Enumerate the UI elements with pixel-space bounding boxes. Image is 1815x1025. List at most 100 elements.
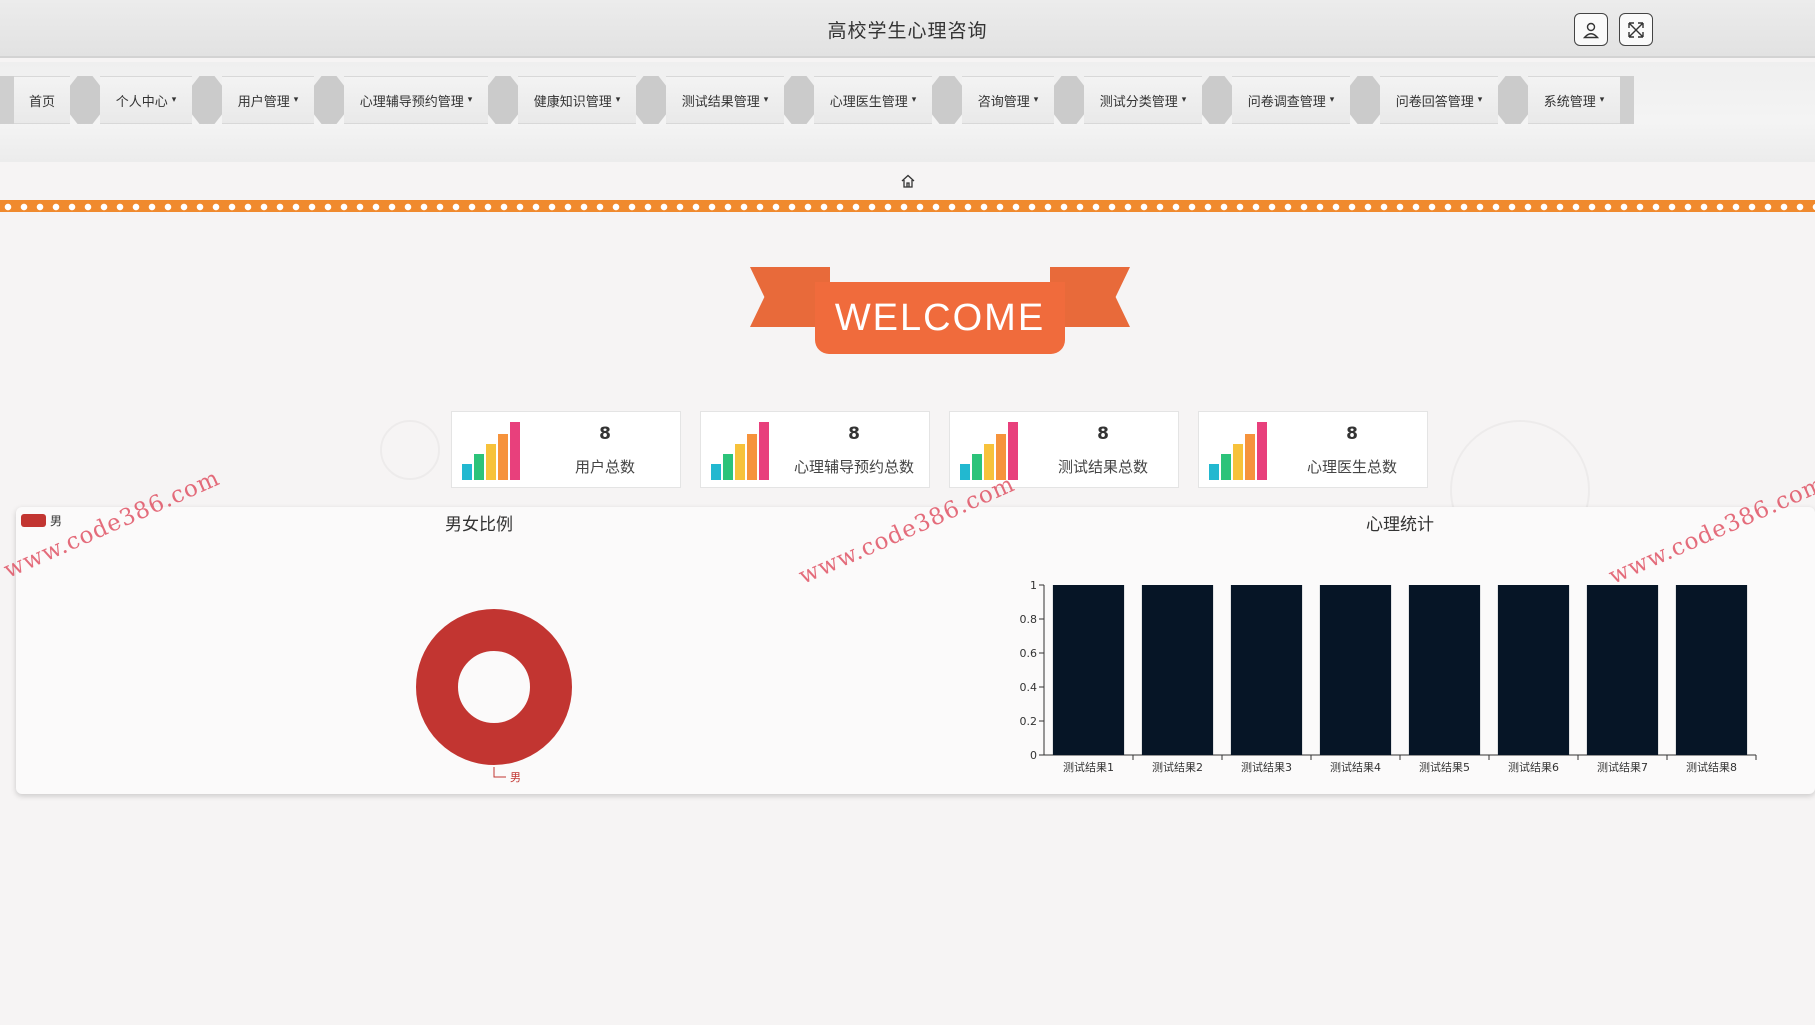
bar-chart-title: 心理统计 (1366, 515, 1434, 535)
menu-item-label: 用户管理 (237, 94, 290, 110)
welcome-text: WELCOME (815, 282, 1065, 354)
menu-item-label: 心理医生管理 (829, 94, 908, 110)
bar[interactable] (1319, 585, 1392, 755)
bar[interactable] (1141, 585, 1214, 755)
chevron-down-icon: ▾ (763, 95, 769, 105)
chevron-down-icon: ▾ (911, 95, 917, 105)
x-tick-label: 测试结果3 (1241, 761, 1292, 774)
menu-separator (314, 76, 344, 124)
decorative-dotted-divider (0, 200, 1815, 212)
stat-card[interactable]: 8 心理医生总数 (1198, 411, 1428, 488)
pie-slice-label: 男 (510, 771, 521, 784)
bar[interactable] (1675, 585, 1748, 755)
fullscreen-icon (1628, 21, 1644, 38)
bar[interactable] (1497, 585, 1570, 755)
y-tick-label: 0.6 (1020, 647, 1038, 660)
menu-item-8[interactable]: 测试分类管理 ▾ (1084, 76, 1202, 124)
x-tick-label: 测试结果1 (1063, 761, 1114, 774)
fullscreen-button[interactable] (1619, 13, 1653, 46)
menu-separator (1202, 76, 1232, 124)
menu-separator (932, 76, 962, 124)
chevron-down-icon: ▾ (171, 95, 177, 105)
menu-item-1[interactable]: 个人中心 ▾ (100, 76, 192, 124)
title-bar: 高校学生心理咨询 (0, 0, 1815, 58)
stat-card[interactable]: 8 用户总数 (451, 411, 681, 488)
menu-item-label: 心理辅导预约管理 (359, 94, 464, 110)
x-tick-label: 测试结果2 (1152, 761, 1203, 774)
breadcrumb (0, 162, 1815, 200)
menu-item-9[interactable]: 问卷调查管理 ▾ (1232, 76, 1350, 124)
chevron-down-icon: ▾ (1477, 95, 1483, 105)
welcome-banner: WELCOME (745, 262, 1135, 362)
x-tick-label: 测试结果4 (1330, 761, 1381, 774)
menu-item-0[interactable]: 首页 (14, 76, 70, 124)
menu-separator (1620, 76, 1634, 124)
home-icon[interactable] (900, 173, 916, 189)
bar[interactable] (1408, 585, 1481, 755)
menu-separator (1054, 76, 1084, 124)
stat-value: 8 (1346, 424, 1358, 444)
menu-separator (636, 76, 666, 124)
menu-bar: 首页 个人中心 ▾ 用户管理 ▾ 心理辅导预约管理 ▾ 健康知识管理 ▾ 测试结果管理 ▾ 心理医生管… (0, 62, 1815, 162)
menu-item-label: 测试分类管理 (1099, 94, 1178, 110)
y-tick-label: 1 (1030, 579, 1037, 592)
legend-swatch-male[interactable] (21, 514, 46, 527)
pie-label-line (493, 767, 506, 778)
app-title: 高校学生心理咨询 (827, 20, 988, 42)
nav-menu: 首页 个人中心 ▾ 用户管理 ▾ 心理辅导预约管理 ▾ 健康知识管理 ▾ 测试结果管理 ▾ 心理医生管… (0, 76, 1634, 124)
stat-card[interactable]: 8 测试结果总数 (949, 411, 1179, 488)
bar-chart-icon (960, 422, 1018, 480)
menu-item-10[interactable]: 问卷回答管理 ▾ (1380, 76, 1498, 124)
stat-label: 心理医生总数 (1306, 458, 1397, 476)
y-tick-label: 0.8 (1020, 613, 1038, 626)
chevron-down-icon: ▾ (1599, 95, 1605, 105)
menu-separator (192, 76, 222, 124)
stat-label: 用户总数 (574, 458, 635, 476)
bar-chart-icon (1209, 422, 1267, 480)
pie-slice[interactable] (416, 609, 572, 765)
x-tick-label: 测试结果5 (1419, 761, 1470, 774)
menu-item-5[interactable]: 测试结果管理 ▾ (666, 76, 784, 124)
y-tick-label: 0.2 (1020, 715, 1038, 728)
menu-item-label: 健康知识管理 (533, 94, 612, 110)
menu-item-label: 首页 (28, 94, 55, 110)
stat-card[interactable]: 8 心理辅导预约总数 (700, 411, 930, 488)
stat-label: 心理辅导预约总数 (793, 458, 914, 476)
menu-separator (784, 76, 814, 124)
menu-item-label: 问卷调查管理 (1247, 94, 1326, 110)
menu-separator (1498, 76, 1528, 124)
menu-separator (70, 76, 100, 124)
menu-item-7[interactable]: 咨询管理 ▾ (962, 76, 1054, 124)
menu-separator (488, 76, 518, 124)
legend-label: 男 (50, 514, 63, 528)
menu-item-11[interactable]: 系统管理 ▾ (1528, 76, 1620, 124)
menu-item-6[interactable]: 心理医生管理 ▾ (814, 76, 932, 124)
user-icon (1582, 22, 1600, 38)
menu-item-label: 个人中心 (115, 94, 168, 110)
chevron-down-icon: ▾ (1329, 95, 1335, 105)
x-tick-label: 测试结果6 (1508, 761, 1559, 774)
chart-panel: 男 男女比例 心理统计 男 0 0.2 0.4 0.6 0.8 1 测试结果1 测试结果2 测试… (16, 507, 1815, 794)
stat-value: 8 (599, 424, 611, 444)
bar[interactable] (1052, 585, 1125, 755)
menu-item-4[interactable]: 健康知识管理 ▾ (518, 76, 636, 124)
x-tick-label: 测试结果7 (1597, 761, 1648, 774)
pie-chart-title: 男女比例 (445, 515, 513, 535)
chevron-down-icon: ▾ (1181, 95, 1187, 105)
menu-item-3[interactable]: 心理辅导预约管理 ▾ (344, 76, 488, 124)
y-tick-label: 0 (1030, 749, 1037, 762)
chevron-down-icon: ▾ (615, 95, 621, 105)
menu-cap-left (0, 76, 14, 124)
user-button[interactable] (1574, 13, 1608, 46)
stat-value: 8 (1097, 424, 1109, 444)
menu-separator (1350, 76, 1380, 124)
bar[interactable] (1230, 585, 1303, 755)
menu-item-2[interactable]: 用户管理 ▾ (222, 76, 314, 124)
stat-label: 测试结果总数 (1057, 458, 1148, 476)
menu-item-label: 测试结果管理 (681, 94, 760, 110)
chevron-down-icon: ▾ (293, 95, 299, 105)
bar[interactable] (1586, 585, 1659, 755)
chevron-down-icon: ▾ (467, 95, 473, 105)
stat-value: 8 (848, 424, 860, 444)
menu-item-label: 问卷回答管理 (1395, 94, 1474, 110)
